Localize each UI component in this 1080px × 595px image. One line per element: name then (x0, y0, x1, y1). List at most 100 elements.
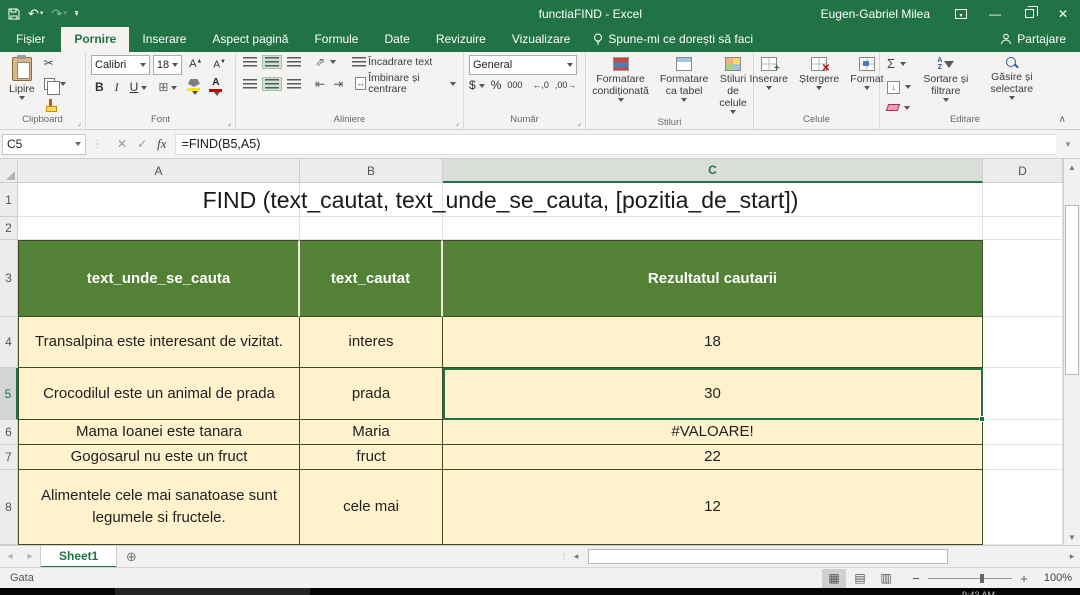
delete-cells-button[interactable]: ✕ Ștergere (795, 55, 843, 113)
tab-file[interactable]: Fișier (0, 27, 61, 52)
align-bottom-button[interactable] (285, 56, 303, 68)
row-header-6[interactable]: 6 (0, 420, 18, 445)
row-header-4[interactable]: 4 (0, 317, 18, 368)
scroll-down-button[interactable]: ▼ (1064, 529, 1080, 545)
scroll-up-button[interactable]: ▲ (1064, 159, 1080, 175)
zoom-level[interactable]: 100% (1036, 572, 1072, 584)
cell-a7[interactable]: Gogosarul nu este un fruct (18, 445, 300, 470)
borders-button[interactable]: ⊞ (154, 79, 181, 95)
enter-formula-button[interactable]: ✓ (137, 137, 147, 151)
format-painter-button[interactable] (42, 98, 68, 112)
clear-button[interactable] (885, 103, 913, 112)
prev-sheet-button[interactable]: ◂ (0, 551, 20, 562)
cell-b5[interactable]: prada (300, 368, 443, 420)
italic-button[interactable]: I (111, 79, 123, 95)
cell-a8[interactable]: Alimentele cele mai sanatoase sunt legum… (18, 470, 300, 545)
save-button[interactable] (8, 8, 20, 20)
align-center-button[interactable] (262, 76, 282, 91)
bold-button[interactable]: B (91, 79, 108, 95)
grow-font-button[interactable]: A▲ (185, 57, 206, 72)
ribbon-display-options-button[interactable]: ▾ (944, 0, 978, 27)
page-break-view-button[interactable]: ▥ (874, 569, 898, 588)
decrease-decimal-button[interactable]: ,00→ (555, 80, 577, 91)
tab-page-layout[interactable]: Aspect pagină (199, 27, 301, 52)
fill-color-button[interactable] (184, 78, 203, 96)
align-middle-button[interactable] (262, 55, 282, 69)
select-all-button[interactable] (0, 159, 18, 183)
cell-b3[interactable]: text_cautat (300, 240, 443, 317)
restore-button[interactable] (1012, 0, 1046, 27)
tab-split-handle[interactable]: ⁞ (560, 552, 568, 562)
comma-style-button[interactable]: 000 (507, 80, 522, 91)
formula-bar-splitter[interactable]: ⋮ (92, 139, 103, 150)
cell-a6[interactable]: Mama Ioanei este tanara (18, 420, 300, 445)
undo-button[interactable]: ↶ ▾ (28, 7, 43, 20)
cell-a3[interactable]: text_unde_se_cauta (18, 240, 300, 317)
cell-a2[interactable] (18, 217, 300, 240)
underline-button[interactable]: U (126, 79, 152, 95)
redo-button[interactable]: ↷ ▾ (51, 7, 66, 20)
font-size-select[interactable]: 18 (152, 55, 183, 75)
customize-qat-button[interactable]: ▾ (74, 10, 79, 18)
collapse-ribbon-button[interactable]: ∧ (1059, 114, 1066, 125)
cell-c8[interactable]: 12 (443, 470, 983, 545)
minimize-button[interactable]: — (978, 0, 1012, 27)
cell-b7[interactable]: fruct (300, 445, 443, 470)
horizontal-scroll-thumb[interactable] (588, 549, 948, 564)
zoom-out-button[interactable]: − (910, 571, 922, 586)
cell-b2[interactable] (300, 217, 443, 240)
cell-d6[interactable] (983, 420, 1063, 445)
page-layout-view-button[interactable]: ▤ (848, 569, 872, 588)
col-header-b[interactable]: B (300, 159, 443, 183)
col-header-c[interactable]: C (443, 159, 983, 183)
vertical-scroll-thumb[interactable] (1065, 205, 1079, 375)
cell-d5[interactable] (983, 368, 1063, 420)
tab-insert[interactable]: Inserare (129, 27, 199, 52)
col-header-a[interactable]: A (18, 159, 300, 183)
cell-c5-selected[interactable]: 30 (443, 368, 983, 420)
orientation-button[interactable]: ⇗ (313, 55, 338, 69)
autosum-button[interactable]: Σ (885, 56, 913, 71)
formula-input[interactable]: =FIND(B5,A5) (174, 133, 1056, 155)
zoom-slider[interactable] (928, 573, 1012, 583)
col-header-d[interactable]: D (983, 159, 1063, 183)
tab-review[interactable]: Revizuire (423, 27, 499, 52)
align-right-button[interactable] (285, 78, 303, 90)
decrease-indent-button[interactable]: ⇤ (313, 77, 327, 91)
cut-button[interactable]: ✂ (42, 56, 68, 70)
align-left-button[interactable] (241, 78, 259, 90)
row-header-3[interactable]: 3 (0, 240, 18, 317)
merge-center-button[interactable]: ↔ Îmbinare și centrare (353, 72, 458, 95)
normal-view-button[interactable]: ▦ (822, 568, 846, 588)
cell-b8[interactable]: cele mai (300, 470, 443, 545)
sort-filter-button[interactable]: AZ Sortare și filtrare (916, 55, 976, 113)
vertical-scrollbar[interactable]: ▲ ▼ (1063, 159, 1080, 545)
cell-d7[interactable] (983, 445, 1063, 470)
name-box[interactable]: C5 (2, 133, 86, 155)
tab-view[interactable]: Vizualizare (499, 27, 583, 52)
align-top-button[interactable] (241, 56, 259, 68)
conditional-formatting-button[interactable]: Formatare condiționată (588, 55, 653, 116)
cell-c1[interactable] (443, 183, 983, 217)
clipboard-dialog-launcher[interactable]: ⌟ (77, 118, 81, 127)
horizontal-scrollbar[interactable]: ⁞ ◂ ▸ (560, 546, 1080, 567)
format-as-table-button[interactable]: Formatare ca tabel (656, 55, 712, 116)
tab-home[interactable]: Pornire (61, 27, 130, 52)
zoom-slider-thumb[interactable] (980, 573, 984, 583)
number-format-select[interactable]: General (469, 55, 577, 75)
cell-c6[interactable]: #VALOARE! (443, 420, 983, 445)
cell-d2[interactable] (983, 217, 1063, 240)
next-sheet-button[interactable]: ▸ (20, 551, 40, 562)
scroll-right-button[interactable]: ▸ (1064, 551, 1080, 562)
cancel-formula-button[interactable]: ✕ (117, 137, 127, 151)
font-color-button[interactable]: A (206, 77, 225, 97)
row-header-1[interactable]: 1 (0, 183, 18, 217)
cell-d1[interactable] (983, 183, 1063, 217)
cell-b1[interactable] (300, 183, 443, 217)
increase-indent-button[interactable]: ⇥ (331, 77, 345, 91)
insert-cells-button[interactable]: + Inserare (745, 55, 792, 113)
number-dialog-launcher[interactable]: ⌟ (577, 118, 581, 127)
cell-c7[interactable]: 22 (443, 445, 983, 470)
cell-d4[interactable] (983, 317, 1063, 368)
cell-a5[interactable]: Crocodilul este un animal de prada (18, 368, 300, 420)
